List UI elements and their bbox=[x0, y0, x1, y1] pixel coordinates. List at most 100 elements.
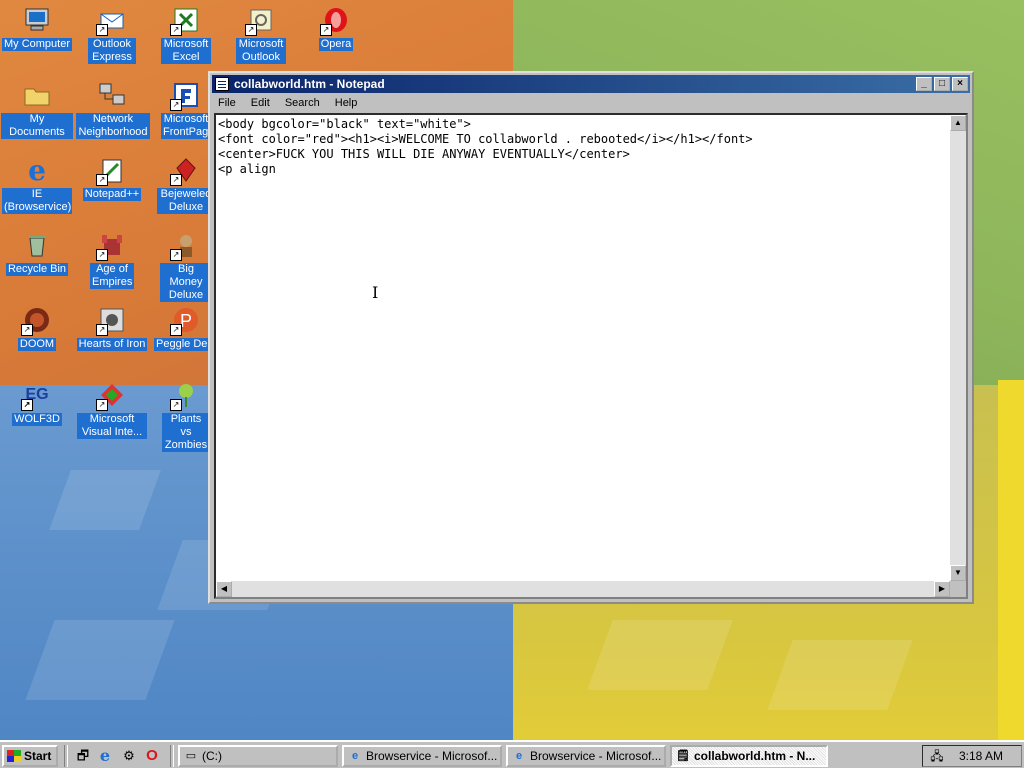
scroll-right-button[interactable]: ▶ bbox=[934, 581, 950, 597]
start-label: Start bbox=[24, 749, 52, 763]
desktop-icon-label: Network Neighborhood bbox=[76, 113, 150, 139]
doom-icon: ↗ bbox=[21, 304, 53, 336]
notepad-plus-icon: ↗ bbox=[96, 154, 128, 186]
arrow-up-icon: ▲ bbox=[954, 118, 962, 127]
background-tile bbox=[587, 620, 733, 690]
desktop-icon-recycle-bin[interactable]: Recycle Bin bbox=[1, 229, 73, 276]
recycle-bin-icon bbox=[21, 229, 53, 261]
desktop-icon-notepad-plus[interactable]: ↗ Notepad++ bbox=[76, 154, 148, 201]
notepad-window: collabworld.htm - Notepad _ □ × File Edi… bbox=[208, 71, 974, 604]
desktop-icon-my-documents[interactable]: My Documents bbox=[1, 79, 73, 139]
desktop-icon-visual-interdev[interactable]: ↗ Microsoft Visual Inte... bbox=[76, 379, 148, 439]
taskbar-button-label: Browservice - Microsof... bbox=[366, 749, 498, 763]
ie-icon: e bbox=[351, 750, 359, 762]
quicklaunch-channels-icon[interactable]: ⚙ bbox=[120, 747, 138, 765]
desktop-icon-label: Age of Empires bbox=[90, 263, 134, 289]
desktop-icon-outlook-express[interactable]: ↗ Outlook Express bbox=[76, 4, 148, 64]
desktop-icon-label: IE (Browservice) bbox=[2, 188, 72, 214]
wolf3d-icon: EG ↗ bbox=[21, 379, 53, 411]
desktop: My Computer My Documents e IE (Browservi… bbox=[0, 0, 1024, 740]
desktop-icon-outlook[interactable]: ↗ Microsoft Outlook bbox=[225, 4, 297, 64]
clock[interactable]: 3:18 AM bbox=[959, 746, 1003, 766]
taskbar-button-drive[interactable]: ▭ (C:) bbox=[178, 745, 338, 767]
network-tray-icon[interactable]: 🖧 bbox=[929, 748, 945, 764]
desktop-icon-label: My Computer bbox=[1, 38, 73, 51]
folder-icon bbox=[21, 79, 53, 111]
arrow-right-icon: ▶ bbox=[938, 584, 946, 593]
arrow-left-icon: ◀ bbox=[220, 584, 228, 593]
desktop-icon-label: Big Money Deluxe bbox=[160, 263, 212, 302]
maximize-button[interactable]: □ bbox=[934, 77, 950, 91]
size-grip[interactable] bbox=[950, 581, 966, 597]
taskbar-divider bbox=[64, 745, 68, 767]
desktop-icon-label: Microsoft Visual Inte... bbox=[77, 413, 147, 439]
scroll-down-button[interactable]: ▼ bbox=[950, 565, 966, 581]
drive-icon: ▭ bbox=[185, 750, 197, 762]
menu-bar: File Edit Search Help bbox=[212, 94, 970, 112]
menu-help[interactable]: Help bbox=[335, 97, 358, 109]
desktop-icon-my-computer[interactable]: My Computer bbox=[1, 4, 73, 51]
text-line: <font color="red"><h1><i>WELCOME TO coll… bbox=[218, 132, 753, 146]
desktop-icon-label: Recycle Bin bbox=[5, 263, 69, 276]
visual-interdev-icon: ↗ bbox=[96, 379, 128, 411]
text-cursor-icon: I bbox=[372, 283, 379, 302]
desktop-icon-label: Microsoft FrontPage bbox=[161, 113, 215, 139]
desktop-icon-label: WOLF3D bbox=[12, 413, 62, 426]
outlook-icon: ↗ bbox=[245, 4, 277, 36]
excel-icon: ↗ bbox=[170, 4, 202, 36]
scroll-up-button[interactable]: ▲ bbox=[950, 115, 966, 131]
desktop-icon-label: Opera bbox=[318, 38, 354, 51]
desktop-icon-excel[interactable]: ↗ Microsoft Excel bbox=[150, 4, 222, 64]
maximize-icon: □ bbox=[938, 78, 946, 89]
ie-icon: e bbox=[515, 750, 523, 762]
frontpage-icon: ↗ bbox=[170, 79, 202, 111]
desktop-icon-hearts-of-iron[interactable]: ↗ Hearts of Iron bbox=[76, 304, 148, 351]
text-line: <center>FUCK YOU THIS WILL DIE ANYWAY EV… bbox=[218, 147, 630, 161]
start-button[interactable]: Start bbox=[2, 745, 58, 767]
minimize-button[interactable]: _ bbox=[916, 77, 932, 91]
taskbar-button-browservice-2[interactable]: e Browservice - Microsof... bbox=[506, 745, 666, 767]
bejeweled-icon: ↗ bbox=[170, 154, 202, 186]
taskbar-button-browservice-1[interactable]: e Browservice - Microsof... bbox=[342, 745, 502, 767]
outlook-express-icon: ↗ bbox=[96, 4, 128, 36]
text-line: <body bgcolor="black" text="white"> bbox=[218, 117, 471, 131]
hearts-of-iron-icon: ↗ bbox=[96, 304, 128, 336]
notepad-icon bbox=[215, 77, 229, 91]
menu-edit[interactable]: Edit bbox=[251, 97, 270, 109]
editor-text[interactable]: <body bgcolor="black" text="white"> <font… bbox=[218, 117, 753, 177]
taskbar-button-notepad[interactable]: 🗒 collabworld.htm - N... bbox=[670, 745, 828, 767]
close-button[interactable]: × bbox=[952, 77, 968, 91]
title-bar[interactable]: collabworld.htm - Notepad _ □ × bbox=[212, 75, 970, 93]
desktop-icon-label: Microsoft Outlook bbox=[236, 38, 286, 64]
desktop-icon-label: Hearts of Iron bbox=[76, 338, 148, 351]
desktop-icon-ie[interactable]: e IE (Browservice) bbox=[1, 154, 73, 214]
vertical-scrollbar[interactable]: ▲ ▼ bbox=[950, 115, 966, 581]
peggle-icon: P ↗ bbox=[170, 304, 202, 336]
network-icon bbox=[96, 79, 128, 111]
scroll-left-button[interactable]: ◀ bbox=[216, 581, 232, 597]
quicklaunch-desktop-icon[interactable]: 🗗 bbox=[74, 747, 92, 765]
taskbar: Start 🗗 e ⚙ O ▭ (C:) e Browservice - Mic… bbox=[0, 740, 1024, 768]
desktop-icon-label: Outlook Express bbox=[88, 38, 136, 64]
quicklaunch-opera-icon[interactable]: O bbox=[143, 747, 161, 765]
opera-icon: ↗ bbox=[320, 4, 352, 36]
desktop-icon-wolf3d[interactable]: EG ↗ WOLF3D bbox=[1, 379, 73, 426]
desktop-icon-age-of-empires[interactable]: ↗ Age of Empires bbox=[76, 229, 148, 289]
computer-icon bbox=[21, 4, 53, 36]
desktop-icon-opera[interactable]: ↗ Opera bbox=[300, 4, 372, 51]
desktop-icon-label: Microsoft Excel bbox=[161, 38, 211, 64]
taskbar-button-label: Browservice - Microsof... bbox=[530, 749, 662, 763]
menu-search[interactable]: Search bbox=[285, 97, 320, 109]
text-editor[interactable]: <body bgcolor="black" text="white"> <font… bbox=[214, 113, 968, 599]
desktop-icon-doom[interactable]: ↗ DOOM bbox=[1, 304, 73, 351]
menu-file[interactable]: File bbox=[218, 97, 236, 109]
desktop-icon-label: Notepad++ bbox=[82, 188, 142, 201]
age-of-empires-icon: ↗ bbox=[96, 229, 128, 261]
text-line: <p align bbox=[218, 162, 276, 176]
quicklaunch-ie-icon[interactable]: e bbox=[96, 747, 114, 765]
taskbar-button-label: collabworld.htm - N... bbox=[694, 749, 816, 763]
horizontal-scrollbar[interactable]: ◀ ▶ bbox=[216, 581, 950, 597]
desktop-icon-network-neighborhood[interactable]: Network Neighborhood bbox=[76, 79, 150, 139]
system-tray: 🖧 3:18 AM bbox=[922, 745, 1022, 767]
background-tile bbox=[767, 640, 913, 710]
